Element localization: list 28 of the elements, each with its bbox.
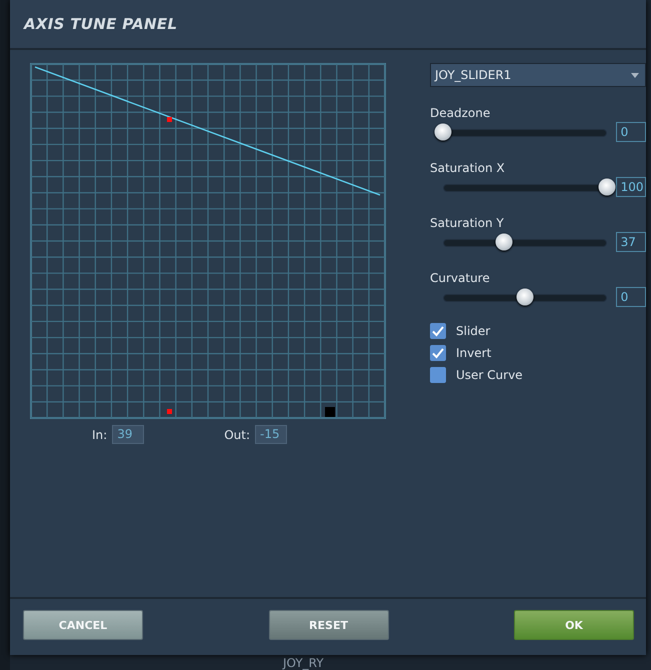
ok-button[interactable]: OK — [514, 610, 634, 640]
slider-value-field[interactable]: 37 — [616, 232, 646, 252]
reset-button[interactable]: RESET — [268, 610, 388, 640]
checkbox-label: Invert — [456, 346, 492, 360]
slider-thumb[interactable] — [516, 288, 534, 306]
out-value-field[interactable]: -15 — [255, 425, 287, 444]
slider-label: Deadzone — [430, 106, 492, 120]
axis-dropdown[interactable]: JOY_SLIDER1 — [430, 63, 646, 87]
out-label: Out: — [224, 428, 250, 442]
in-value-field[interactable]: 39 — [112, 425, 144, 444]
checkbox[interactable] — [430, 367, 446, 383]
checkbox[interactable] — [430, 323, 446, 339]
caret-icon — [631, 72, 639, 78]
checkbox-label: Slider — [456, 324, 490, 338]
slider-label: Saturation X — [430, 161, 506, 175]
slider-thumb[interactable] — [598, 178, 616, 196]
slider-label: Saturation Y — [430, 216, 505, 230]
window-title: AXIS TUNE PANEL — [24, 15, 178, 33]
slider-label: Curvature — [430, 271, 491, 285]
slider-value-field[interactable]: 100 — [616, 177, 646, 197]
checkbox-label: User Curve — [456, 368, 523, 382]
slider-value-field[interactable]: 0 — [616, 287, 646, 307]
background-axis-label: JOY_RY — [283, 656, 324, 670]
slider-thumb[interactable] — [495, 234, 512, 250]
slider-value-field[interactable]: 0 — [616, 122, 646, 142]
in-label: In: — [92, 428, 108, 442]
slider-thumb[interactable] — [434, 124, 452, 140]
checkbox[interactable] — [430, 345, 446, 361]
